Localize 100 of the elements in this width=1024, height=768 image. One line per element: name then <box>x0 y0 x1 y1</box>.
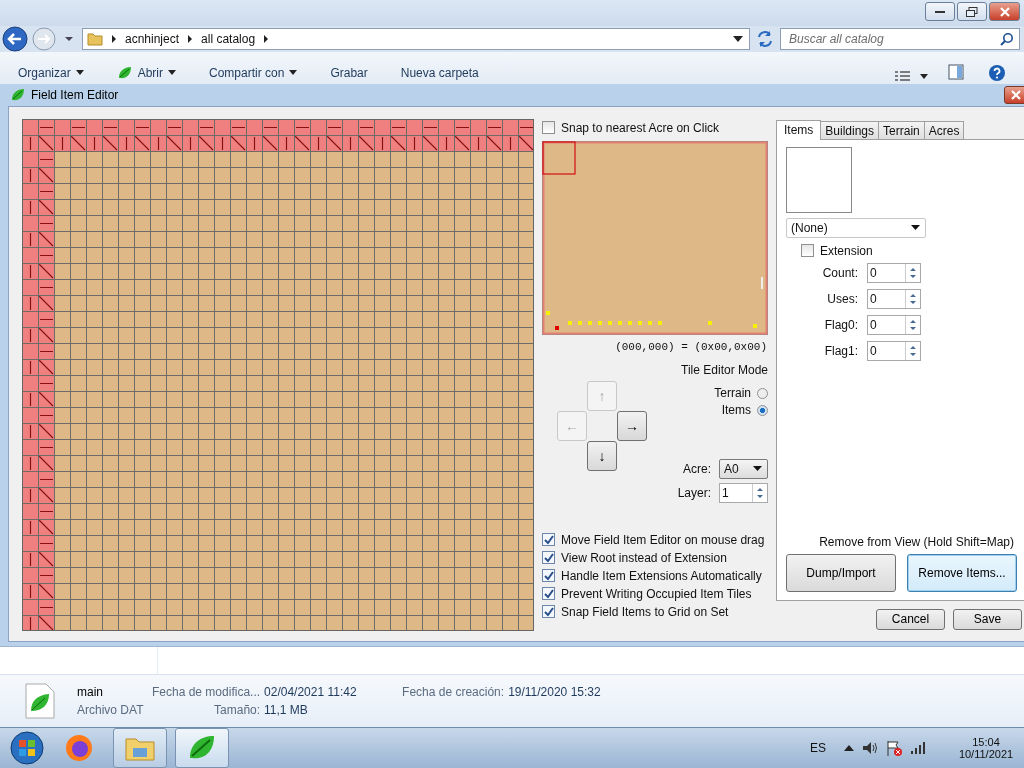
close-button[interactable] <box>1004 85 1024 104</box>
acre-label: Acre: <box>683 461 711 476</box>
tab[interactable]: Buildings <box>820 120 880 139</box>
chevron-icon <box>186 34 195 43</box>
folder-icon <box>87 31 103 46</box>
number-spinner[interactable]: 0 <box>867 262 921 283</box>
toolbar-button[interactable]: Organizar <box>18 65 84 84</box>
option-checkbox[interactable]: View Root instead of Extension <box>542 548 770 567</box>
help-icon[interactable] <box>988 63 1006 82</box>
check-icon <box>543 552 554 563</box>
search-icon <box>1000 31 1014 46</box>
dialog-button[interactable]: Save <box>953 608 1022 630</box>
property-label: Tamaño: <box>213 703 262 718</box>
item-preview <box>786 146 852 213</box>
mode-radio[interactable]: Items <box>721 401 768 419</box>
browser-icon <box>63 732 95 764</box>
panel-button[interactable]: Dump/Import <box>786 553 896 592</box>
layer-label: Layer: <box>677 485 711 500</box>
number-spinner[interactable]: 0 <box>867 288 921 309</box>
date: 10/11/2021 <box>958 748 1014 760</box>
caret-icon <box>75 70 84 76</box>
acre-dropdown[interactable]: A0 <box>719 458 768 479</box>
close-icon <box>998 6 1011 17</box>
dialog-button[interactable]: Cancel <box>876 608 945 630</box>
restore-icon <box>966 6 978 17</box>
number-spinner[interactable]: 0 <box>867 314 921 335</box>
toolbar-button[interactable]: Compartir con <box>209 65 298 84</box>
mode-radio[interactable]: Terrain <box>714 384 768 402</box>
option-checkbox[interactable]: Move Field Item Editor on mouse drag <box>542 530 770 549</box>
field-label: Uses: <box>826 291 858 306</box>
property-label: Fecha de modifica... <box>152 685 262 700</box>
check-icon <box>543 570 554 581</box>
breadcrumb[interactable]: all catalog <box>201 31 256 46</box>
toolbar-button[interactable]: Nueva carpeta <box>400 65 479 84</box>
tab[interactable]: Terrain <box>878 120 925 139</box>
property-value: 11,1 MB <box>264 703 309 718</box>
clock[interactable]: 15:04 10/11/2021 <box>948 736 1024 760</box>
tile-grid-drawing[interactable] <box>22 118 534 631</box>
property-value: 02/04/2021 11:42 <box>264 685 358 700</box>
spin-arrows-icon[interactable] <box>909 343 917 358</box>
flag-icon[interactable] <box>886 740 902 756</box>
caret-icon[interactable] <box>64 35 74 42</box>
restore-button[interactable] <box>957 2 987 21</box>
remove-hint: Remove from View (Hold Shift=Map) <box>818 534 1015 549</box>
toolbar-button[interactable]: Grabar <box>330 65 368 84</box>
search-field[interactable]: Buscar all catalog <box>780 27 1020 50</box>
layer-spinner[interactable]: 1 <box>719 482 768 503</box>
arrow-button[interactable]: → <box>617 410 647 441</box>
mode-label: Tile Editor Mode <box>681 362 768 377</box>
extension-checkbox[interactable]: Extension <box>801 241 1024 260</box>
time: 15:04 <box>972 736 1000 748</box>
toolbar-button[interactable]: Abrir <box>116 65 177 84</box>
check-icon <box>543 588 554 599</box>
item-dropdown[interactable]: (None) <box>786 217 926 238</box>
file-leaf-icon <box>25 683 55 720</box>
field-label: Flag0: <box>823 317 858 332</box>
start-button[interactable] <box>7 728 47 768</box>
option-checkbox[interactable]: Prevent Writing Occupied Item Tiles <box>542 584 770 603</box>
number-spinner[interactable]: 0 <box>867 340 921 361</box>
panel-button[interactable]: Remove Items... <box>907 553 1017 592</box>
snap-checkbox[interactable]: Snap to nearest Acre on Click <box>542 118 770 137</box>
breadcrumb[interactable]: acnhinject <box>125 31 180 46</box>
tray-expand-icon[interactable] <box>844 744 854 752</box>
chevron-icon <box>110 34 118 43</box>
file-name: main <box>77 685 104 700</box>
speaker-icon[interactable] <box>862 740 878 756</box>
spin-arrows-icon[interactable] <box>909 317 917 332</box>
leaf-icon <box>116 65 133 80</box>
taskbar-button[interactable] <box>175 728 229 768</box>
caret-icon[interactable] <box>733 35 743 42</box>
tab[interactable]: Items <box>776 119 822 140</box>
caret-icon <box>911 225 920 231</box>
language-indicator[interactable]: ES <box>810 741 826 755</box>
view-options-icon[interactable] <box>894 69 928 84</box>
field-label: Count: <box>821 265 858 280</box>
tab[interactable]: Acres <box>923 120 965 139</box>
chevron-icon <box>262 34 271 43</box>
property-value: 19/11/2020 15:32 <box>508 685 601 700</box>
address-bar[interactable]: acnhinject all catalog <box>82 27 750 50</box>
field-label: Flag1: <box>823 343 858 358</box>
spin-arrows-icon[interactable] <box>909 291 917 306</box>
arrow-button[interactable]: ↓ <box>587 440 617 471</box>
check-icon <box>543 606 554 617</box>
caret-icon <box>753 466 762 472</box>
spin-arrows-icon[interactable] <box>756 485 764 500</box>
window-title: Field Item Editor <box>31 87 119 102</box>
option-checkbox[interactable]: Handle Item Extensions Automatically <box>542 566 770 585</box>
close-icon <box>1010 89 1022 100</box>
spin-arrows-icon[interactable] <box>909 265 917 280</box>
property-label: Fecha de creación: <box>402 685 506 700</box>
caret-icon <box>168 70 177 76</box>
check-icon <box>543 534 554 545</box>
taskbar-button[interactable] <box>113 728 167 768</box>
close-button[interactable] <box>989 2 1020 21</box>
minimize-button[interactable] <box>925 2 955 21</box>
signal-icon[interactable] <box>910 741 928 755</box>
file-type: Archivo DAT <box>77 703 145 718</box>
option-checkbox[interactable]: Snap Field Items to Grid on Set <box>542 602 770 621</box>
preview-pane-icon[interactable] <box>948 63 964 80</box>
leaf-icon <box>10 86 26 103</box>
